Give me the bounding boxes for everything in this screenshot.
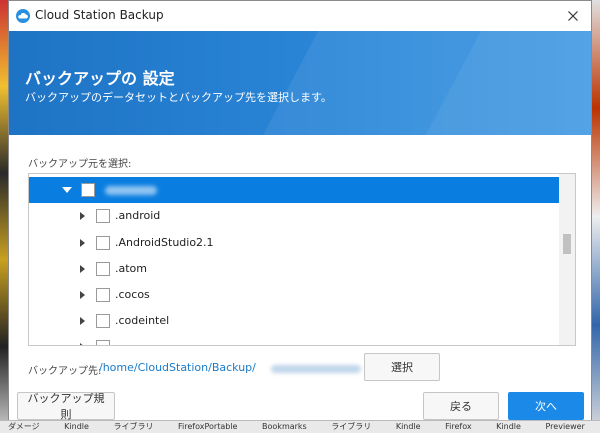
tree-row-partial[interactable] bbox=[29, 334, 560, 345]
expand-arrow-icon[interactable] bbox=[80, 265, 85, 273]
expand-arrow-icon[interactable] bbox=[80, 317, 85, 325]
redacted-path bbox=[271, 365, 361, 373]
destination-path: /home/CloudStation/Backup/ bbox=[99, 361, 256, 374]
header-banner: バックアップの 設定 バックアップのデータセットとバックアップ先を選択します。 bbox=[9, 31, 591, 135]
desktop-background-left bbox=[0, 0, 8, 433]
taskbar-item[interactable]: ライブラリ bbox=[113, 422, 153, 431]
redacted-label bbox=[105, 186, 157, 195]
source-label: バックアップ元を選択: bbox=[28, 159, 132, 170]
item-checkbox[interactable] bbox=[96, 314, 110, 328]
scrollbar-thumb[interactable] bbox=[563, 234, 571, 254]
destination-label: バックアップ先: bbox=[28, 366, 102, 377]
source-tree[interactable]: .android .AndroidStudio2.1 .atom .cocos … bbox=[28, 173, 576, 346]
close-button[interactable] bbox=[555, 1, 591, 31]
item-checkbox[interactable] bbox=[96, 262, 110, 276]
close-icon bbox=[568, 11, 578, 21]
next-button[interactable]: 次へ bbox=[508, 392, 584, 420]
taskbar-item[interactable]: Kindle bbox=[64, 422, 89, 431]
tree-row[interactable]: .cocos bbox=[29, 282, 560, 308]
collapse-arrow-icon[interactable] bbox=[62, 187, 72, 193]
item-checkbox[interactable] bbox=[96, 209, 110, 223]
backup-rules-button[interactable]: バックアップ規則 bbox=[17, 392, 115, 421]
expand-arrow-icon[interactable] bbox=[80, 212, 85, 220]
taskbar-item[interactable]: ダメージ bbox=[8, 422, 40, 431]
tree-row[interactable]: .codeintel bbox=[29, 308, 560, 334]
taskbar-item[interactable]: Kindle bbox=[496, 422, 521, 431]
tree-row[interactable]: .android bbox=[29, 203, 560, 229]
select-destination-button[interactable]: 選択 bbox=[364, 353, 440, 381]
tree-item-label: .android bbox=[115, 209, 161, 222]
taskbar-item[interactable]: Firefox bbox=[445, 422, 471, 431]
tree-row[interactable]: .AndroidStudio2.1 bbox=[29, 230, 560, 256]
taskbar-item[interactable]: Previewer bbox=[545, 422, 584, 431]
taskbar: ダメージ Kindle ライブラリ FirefoxPortable Bookma… bbox=[0, 420, 600, 433]
item-checkbox[interactable] bbox=[96, 236, 110, 250]
title-bar: Cloud Station Backup bbox=[9, 1, 591, 31]
taskbar-item[interactable]: Bookmarks bbox=[262, 422, 307, 431]
expand-arrow-icon[interactable] bbox=[80, 291, 85, 299]
window-title: Cloud Station Backup bbox=[35, 8, 164, 22]
tree-item-label: .codeintel bbox=[115, 314, 170, 327]
expand-arrow-icon[interactable] bbox=[80, 343, 85, 345]
back-button[interactable]: 戻る bbox=[423, 392, 499, 420]
banner-subtitle: バックアップのデータセットとバックアップ先を選択します。 bbox=[25, 91, 332, 104]
tree-item-label: .cocos bbox=[115, 288, 150, 301]
tree-row[interactable]: .atom bbox=[29, 256, 560, 282]
banner-title: バックアップの 設定 bbox=[25, 69, 175, 88]
taskbar-item[interactable]: ライブラリ bbox=[331, 422, 371, 431]
tree-item-label: .atom bbox=[115, 262, 147, 275]
taskbar-item[interactable]: FirefoxPortable bbox=[178, 422, 237, 431]
tree-item-label: .AndroidStudio2.1 bbox=[115, 236, 214, 249]
taskbar-item[interactable]: Kindle bbox=[396, 422, 421, 431]
item-checkbox[interactable] bbox=[96, 340, 110, 345]
expand-arrow-icon[interactable] bbox=[80, 239, 85, 247]
root-checkbox[interactable] bbox=[81, 183, 95, 197]
desktop-background-right bbox=[592, 0, 600, 433]
tree-scrollbar[interactable] bbox=[559, 174, 575, 345]
backup-settings-window: Cloud Station Backup バックアップの 設定 バックアップのデ… bbox=[8, 0, 592, 421]
cloud-icon bbox=[16, 9, 30, 23]
item-checkbox[interactable] bbox=[96, 288, 110, 302]
tree-row-root[interactable] bbox=[29, 177, 560, 203]
